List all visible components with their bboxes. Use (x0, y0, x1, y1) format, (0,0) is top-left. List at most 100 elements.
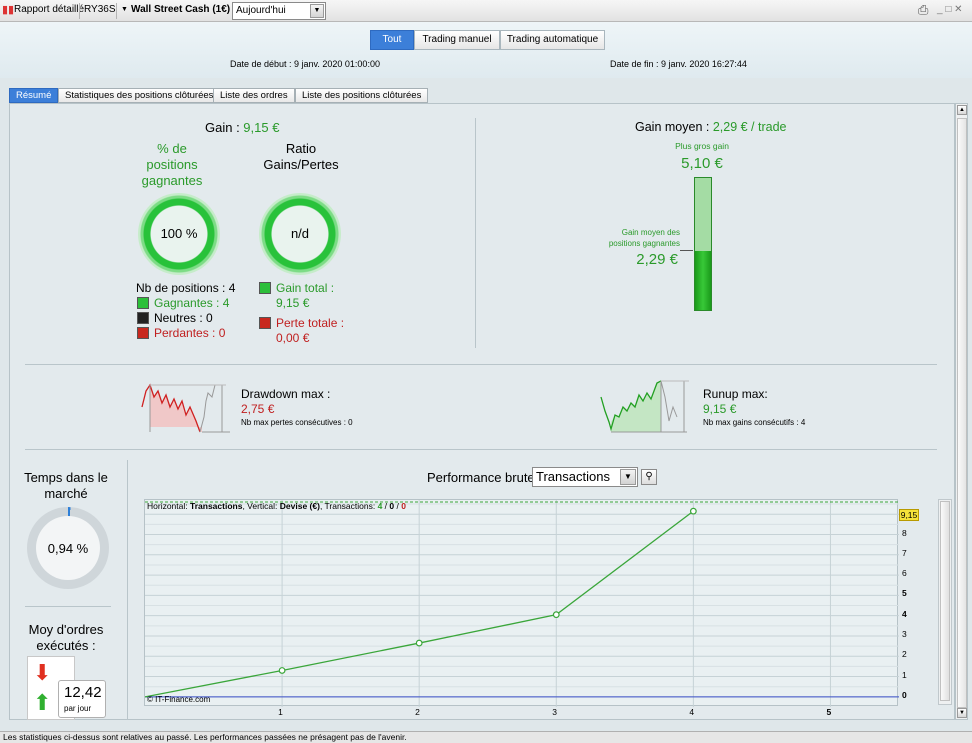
pct-winning-value: 100 % (160, 226, 198, 241)
y-tick-label: 4 (902, 608, 907, 619)
neutres: Neutres : 0 (154, 311, 213, 325)
scroll-thumb[interactable] (957, 118, 967, 708)
gain-moyen-pos-value: 2,29 € (636, 251, 678, 268)
moy-unit: par jour (64, 704, 92, 713)
runup-sub: Nb max gains consécutifs : 4 (703, 418, 806, 427)
segment-trading-automatique[interactable]: Trading automatique (500, 30, 605, 50)
data-point (689, 507, 697, 515)
x-axis: 1 2 3 4 5 (144, 707, 898, 719)
performance-chart (144, 500, 899, 707)
y-tick-label: 1 (902, 669, 907, 680)
gain-heading: Gain : 9,15 € (205, 120, 280, 135)
runup-label: Runup max: (703, 387, 768, 401)
scroll-down-icon[interactable]: ▼ (957, 708, 967, 718)
tab-bar: Résumé Statistiques des positions clôtur… (0, 84, 972, 103)
arrow-down-icon: ⬇ (33, 660, 52, 685)
gain-moyen-pos-label: Gain moyen des positions gagnantes (608, 228, 680, 248)
arrow-up-icon: ⬆ (33, 690, 52, 715)
gain-bar (694, 177, 712, 311)
y-tick-label: 8 (902, 527, 907, 538)
segment-trading-manuel[interactable]: Trading manuel (414, 30, 500, 50)
y-tick-label: 6 (902, 568, 907, 579)
end-date: Date de fin : 9 janv. 2020 16:27:44 (610, 59, 747, 69)
green-square-icon (259, 282, 271, 294)
chevron-down-icon[interactable]: ▼ (620, 469, 636, 485)
period-value: Aujourd'hui (236, 5, 286, 16)
gain-total-label: Gain total : (276, 281, 335, 295)
perdantes: Perdantes : 0 (154, 326, 226, 340)
x-tick-label: 4 (689, 707, 695, 717)
data-point (278, 667, 286, 674)
divider (25, 364, 937, 365)
top-toolbar: ▮▮ Rapport détaillé RY36S ▼ Wall Street … (0, 0, 972, 22)
chart-info-line: Horizontal: Transactions, Vertical: Devi… (147, 501, 406, 511)
plus-gros-gain-label: Plus gros gain (675, 141, 729, 151)
gain-total-value: 9,15 € (276, 296, 310, 310)
period-select[interactable]: Aujourd'hui ▼ (232, 2, 326, 20)
tab-statistiques[interactable]: Statistiques des positions clôturées (58, 88, 221, 103)
performance-select-value: Transactions (536, 469, 610, 484)
tab-liste-positions[interactable]: Liste des positions clôturées (295, 88, 429, 103)
separator (79, 3, 80, 19)
x-tick-label: 1 (278, 707, 283, 717)
instrument-label[interactable]: Wall Street Cash (1€) (131, 4, 230, 15)
divider (127, 460, 128, 720)
divider (25, 606, 111, 607)
drawdown-sub: Nb max pertes consécutives : 0 (241, 418, 353, 427)
account-label[interactable]: RY36S (84, 4, 116, 15)
footer-disclaimer: Les statistiques ci-dessus sont relative… (0, 731, 972, 743)
performance-chart-area: Horizontal: Transactions, Vertical: Devi… (144, 499, 899, 707)
green-square-icon (137, 297, 149, 309)
y-tick-label: 0 (902, 689, 907, 700)
gagnantes: Gagnantes : 4 (154, 296, 230, 310)
divider (475, 118, 476, 348)
tab-resume[interactable]: Résumé (9, 88, 59, 103)
start-date: Date de début : 9 janv. 2020 01:00:00 (230, 59, 380, 69)
chart-scroll-thumb[interactable] (940, 501, 950, 701)
plus-gros-gain-value: 5,10 € (681, 155, 723, 172)
ratio-value: n/d (290, 226, 310, 241)
performance-select[interactable]: Transactions ▼ (532, 467, 638, 487)
chevron-down-icon[interactable]: ▼ (121, 6, 128, 13)
orders-value-box: 12,42 par jour (58, 680, 106, 718)
moy-title: Moy d'ordres exécutés : (28, 622, 104, 653)
runup-value: 9,15 € (703, 402, 737, 416)
data-point (552, 611, 560, 619)
drawdown-value: 2,75 € (241, 402, 275, 416)
chart-scrollbar[interactable] (938, 499, 952, 705)
print-icon[interactable]: ⎙ (918, 2, 928, 18)
black-square-icon (137, 312, 149, 324)
last-value-marker: 9,15 (899, 509, 919, 521)
chevron-down-icon[interactable]: ▼ (310, 4, 324, 18)
scroll-up-icon[interactable]: ▲ (957, 105, 967, 115)
vertical-scrollbar[interactable]: ▲ ▼ (955, 103, 968, 720)
segment-tout[interactable]: Tout (370, 30, 414, 50)
pct-winning-title: % de positions gagnantes (141, 141, 203, 188)
arrow-right-icon (680, 250, 693, 251)
x-tick-label: 3 (552, 707, 557, 717)
window-controls[interactable]: _ □ ✕ (937, 4, 963, 15)
gain-bar-fill (695, 250, 711, 310)
candles-icon: ▮▮ (2, 4, 15, 16)
y-tick-label: 5 (902, 588, 907, 599)
x-tick-label: 5 (826, 707, 832, 717)
y-tick-label: 7 (902, 547, 907, 558)
report-header: Tout Trading manuel Trading automatique … (0, 22, 972, 78)
red-square-icon (137, 327, 149, 339)
wrench-icon[interactable]: ⚲ (641, 469, 657, 485)
temps-title: Temps dans le marché (24, 470, 108, 501)
moy-value: 12,42 (64, 684, 102, 701)
report-label[interactable]: Rapport détaillé (14, 4, 84, 15)
y-axis: 9,15 0 1 2 3 4 5 6 7 8 (899, 499, 939, 706)
perte-totale-label: Perte totale : (276, 316, 345, 330)
y-tick-label: 2 (902, 649, 907, 660)
gain-moyen-heading: Gain moyen : 2,29 € / trade (635, 120, 787, 134)
drawdown-sparkline (141, 383, 230, 433)
drawdown-label: Drawdown max : (241, 387, 331, 401)
temps-value: 0,94 % (47, 541, 89, 556)
tab-liste-ordres[interactable]: Liste des ordres (213, 88, 295, 103)
data-point (415, 639, 423, 647)
separator (116, 3, 117, 19)
gain-value: 9,15 € (243, 120, 280, 135)
y-tick-label: 3 (902, 628, 907, 639)
